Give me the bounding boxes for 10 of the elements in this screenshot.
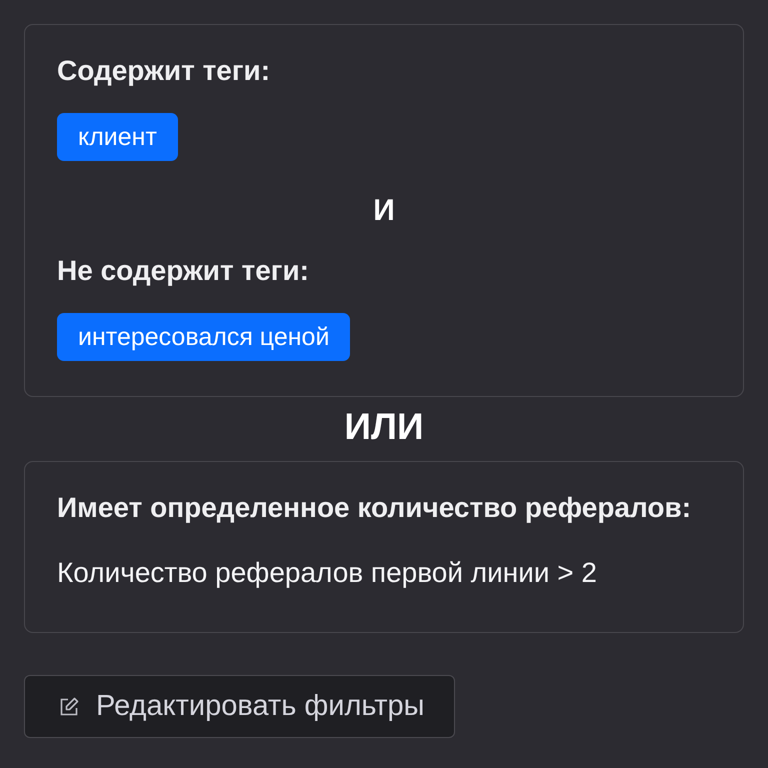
condition-title: Имеет определенное количество рефералов: — [57, 491, 692, 525]
condition-title: Содержит теги: — [57, 54, 272, 88]
condition-title: Не содержит теги: — [57, 254, 310, 288]
edit-icon — [59, 696, 79, 716]
logic-operator: ИЛИ — [344, 405, 424, 449]
tag: интересовался ценой — [57, 313, 350, 361]
edit-filters-button[interactable]: Редактировать фильтры — [24, 675, 456, 738]
condition-text: Количество рефералов первой линии > 2 — [57, 556, 598, 590]
tag: клиент — [57, 113, 178, 161]
logic-operator: И — [373, 193, 395, 229]
